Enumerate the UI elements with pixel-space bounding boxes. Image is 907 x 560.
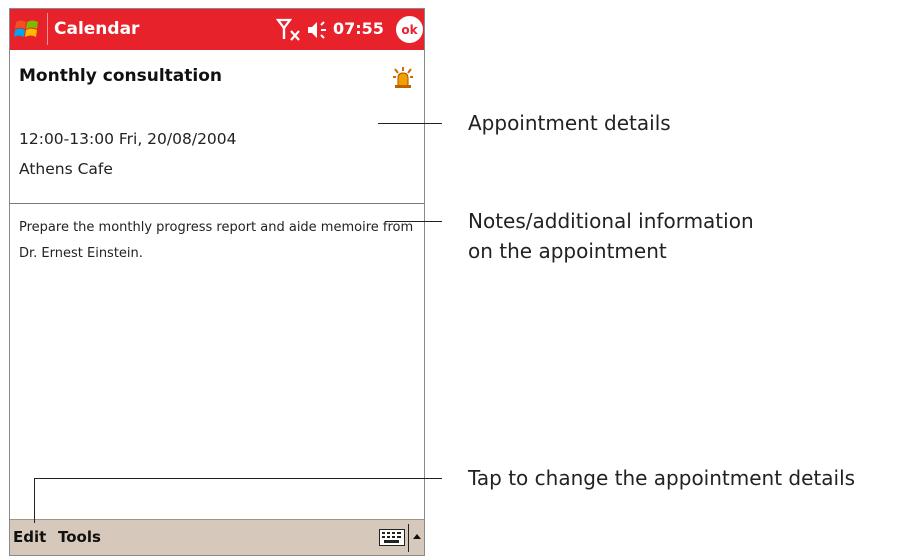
callout-vline-edit [34, 478, 35, 523]
appointment-title: Monthly consultation [19, 66, 222, 86]
ok-label: ok [401, 23, 418, 37]
appointment-notes[interactable]: Prepare the monthly progress report and … [19, 215, 419, 267]
manual-figure: Calendar 07:55 ok Monthly consultation 1… [0, 0, 907, 560]
signal-icon[interactable] [275, 17, 303, 43]
ok-button[interactable]: ok [396, 16, 423, 43]
app-title: Calendar [54, 19, 140, 39]
appointment-location: Athens Cafe [19, 160, 113, 178]
keyboard-icon[interactable] [379, 529, 405, 546]
menu-bar: Edit Tools [10, 519, 424, 555]
pda-screen: Calendar 07:55 ok Monthly consultation 1… [9, 8, 425, 556]
callout-edit: Tap to change the appointment details [468, 466, 856, 490]
callout-line-edit [34, 478, 442, 479]
clock[interactable]: 07:55 [333, 17, 384, 41]
alarm-bell-icon [393, 67, 413, 88]
callout-line-details [378, 123, 442, 124]
callout-notes-line1: Notes/additional information [468, 209, 754, 233]
windows-start-icon[interactable] [13, 16, 41, 44]
title-separator [47, 13, 48, 45]
title-bar: Calendar 07:55 ok [10, 9, 424, 50]
volume-icon[interactable] [306, 18, 330, 42]
callout-details: Appointment details [468, 111, 671, 135]
callout-line-notes [385, 221, 442, 222]
edit-menu[interactable]: Edit [13, 528, 46, 546]
appointment-time: 12:00-13:00 Fri, 20/08/2004 [19, 130, 237, 148]
appointment-details[interactable]: Monthly consultation 12:00-13:00 Fri, 20… [10, 50, 424, 204]
callout-notes-line2: on the appointment [468, 239, 667, 263]
sip-divider [408, 524, 409, 552]
up-arrow-icon[interactable] [412, 532, 422, 540]
tools-menu[interactable]: Tools [58, 528, 101, 546]
